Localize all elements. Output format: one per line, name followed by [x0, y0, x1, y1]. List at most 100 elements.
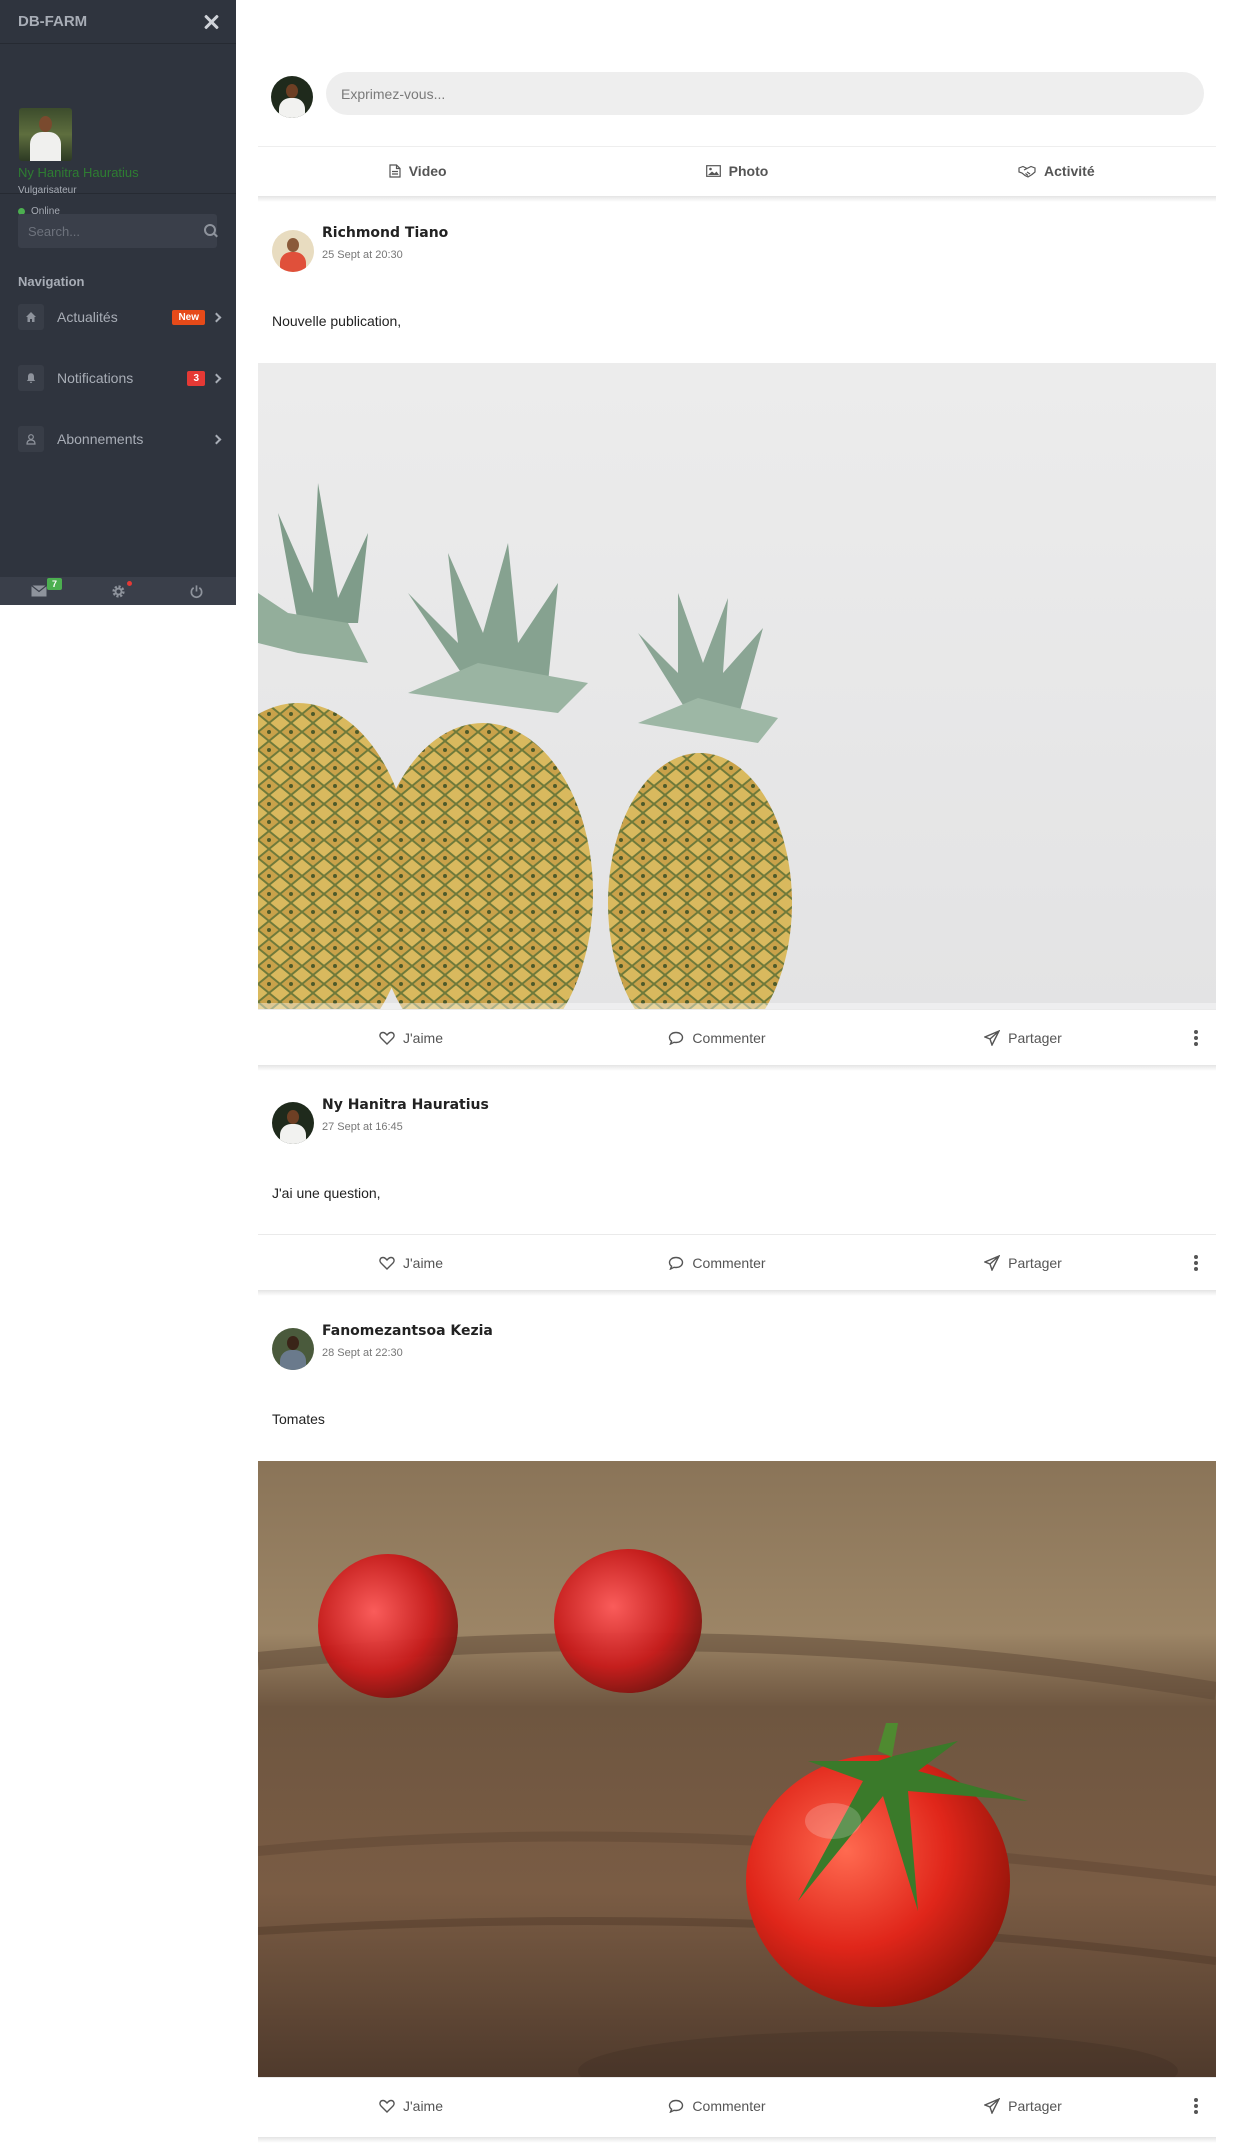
- more-options-icon[interactable]: [1176, 1029, 1216, 1046]
- share-label: Partager: [1008, 1254, 1062, 1271]
- gear-icon: [111, 584, 125, 598]
- post-image[interactable]: [258, 363, 1216, 1009]
- heart-icon: [379, 2099, 395, 2113]
- logout-button[interactable]: [157, 577, 236, 605]
- chevron-right-icon: [211, 312, 222, 322]
- post-text: J'ai une question,: [272, 1185, 381, 1201]
- post-header: Fanomezantsoa Kezia 28 Sept at 22:30: [258, 1300, 1216, 1380]
- sidebar-item-actualites[interactable]: Actualités New: [18, 302, 224, 332]
- new-badge: New: [172, 309, 205, 325]
- like-button[interactable]: J'aime: [258, 1030, 564, 1046]
- post-text: Nouvelle publication,: [272, 313, 402, 329]
- heart-icon: [379, 1031, 395, 1045]
- like-button[interactable]: J'aime: [258, 1255, 564, 1271]
- avatar[interactable]: [19, 108, 72, 161]
- like-label: J'aime: [402, 1254, 444, 1271]
- send-icon: [984, 2097, 1001, 2114]
- share-button[interactable]: Partager: [870, 1254, 1176, 1271]
- post-text: Tomates: [272, 1411, 325, 1427]
- heart-icon: [379, 1256, 395, 1270]
- video-label: Video: [408, 163, 447, 179]
- post-author[interactable]: Ny Hanitra Hauratius: [322, 1097, 489, 1113]
- post-date: 28 Sept at 22:30: [322, 1347, 403, 1359]
- brand-title: DB-FARM: [18, 13, 88, 30]
- avatar[interactable]: [272, 1102, 314, 1144]
- search-icon[interactable]: [204, 224, 216, 238]
- post-actions: J'aime Commenter Partager: [258, 1009, 1216, 1065]
- messages-button[interactable]: 7: [0, 577, 79, 605]
- sidebar-item-label: Abonnements: [57, 431, 144, 447]
- comment-button[interactable]: Commenter: [564, 1255, 870, 1271]
- power-icon: [190, 584, 203, 598]
- sidebar: DB-FARM Ny Hanitra Hauratius Vulgarisate…: [0, 0, 236, 605]
- post-card: Fanomezantsoa Kezia 28 Sept at 22:30 Tom…: [258, 1300, 1216, 2137]
- sidebar-search: [18, 214, 217, 248]
- close-icon[interactable]: [203, 14, 219, 30]
- share-button[interactable]: Partager: [870, 1029, 1176, 1046]
- handshake-icon: [1018, 165, 1036, 178]
- like-label: J'aime: [402, 2097, 444, 2114]
- post-date: 25 Sept at 20:30: [322, 249, 403, 261]
- bell-icon: [18, 365, 44, 391]
- user-icon: [18, 426, 44, 452]
- video-button[interactable]: Video: [258, 147, 577, 195]
- card-shadow: [258, 1290, 1216, 1296]
- post-author[interactable]: Richmond Tiano: [322, 225, 448, 241]
- post-actions: J'aime Commenter Partager: [258, 2077, 1216, 2133]
- comment-button[interactable]: Commenter: [564, 2098, 870, 2114]
- post-card: Richmond Tiano 25 Sept at 20:30 Nouvelle…: [258, 202, 1216, 1065]
- sidebar-footer: 7: [0, 577, 236, 605]
- photo-label: Photo: [728, 163, 769, 179]
- avatar[interactable]: [271, 76, 313, 118]
- image-icon: [705, 165, 721, 177]
- send-icon: [984, 1029, 1001, 1046]
- avatar[interactable]: [272, 230, 314, 272]
- chevron-right-icon: [211, 434, 222, 444]
- home-icon: [18, 304, 44, 330]
- file-icon: [389, 164, 401, 178]
- profile-role: Vulgarisateur: [18, 185, 77, 196]
- profile-name[interactable]: Ny Hanitra Hauratius: [18, 165, 139, 180]
- sidebar-item-label: Actualités: [57, 309, 118, 325]
- chevron-right-icon: [211, 373, 222, 383]
- post-author[interactable]: Fanomezantsoa Kezia: [322, 1323, 493, 1339]
- sidebar-item-label: Notifications: [57, 370, 134, 386]
- mail-icon: [31, 585, 48, 597]
- notification-count-badge: 3: [187, 370, 205, 386]
- settings-button[interactable]: [79, 577, 158, 605]
- post-header: Richmond Tiano 25 Sept at 20:30: [258, 202, 1216, 282]
- settings-alert-dot: [126, 581, 132, 586]
- nav-section-title: Navigation: [18, 274, 85, 289]
- post-date: 27 Sept at 16:45: [322, 1121, 403, 1133]
- activity-label: Activité: [1044, 163, 1095, 179]
- share-label: Partager: [1008, 1029, 1062, 1046]
- sidebar-item-abonnements[interactable]: Abonnements: [18, 424, 224, 454]
- comment-label: Commenter: [692, 2097, 766, 2114]
- more-options-icon[interactable]: [1176, 1254, 1216, 1271]
- profile-panel: Ny Hanitra Hauratius Vulgarisateur Onlin…: [0, 44, 236, 217]
- search-input[interactable]: [28, 223, 204, 239]
- post-composer: Video Photo Activité: [258, 46, 1216, 196]
- share-button[interactable]: Partager: [870, 2097, 1176, 2114]
- post-card: Ny Hanitra Hauratius 27 Sept at 16:45 J'…: [258, 1074, 1216, 1290]
- share-label: Partager: [1008, 2097, 1062, 2114]
- like-button[interactable]: J'aime: [258, 2098, 564, 2114]
- send-icon: [984, 1254, 1001, 1271]
- comment-icon: [669, 2099, 684, 2113]
- comment-icon: [669, 1256, 684, 1270]
- avatar[interactable]: [272, 1328, 314, 1370]
- card-shadow: [258, 2137, 1216, 2143]
- comment-button[interactable]: Commenter: [564, 1030, 870, 1046]
- photo-button[interactable]: Photo: [577, 147, 896, 195]
- composer-actions: Video Photo Activité: [258, 147, 1216, 195]
- post-header: Ny Hanitra Hauratius 27 Sept at 16:45: [258, 1074, 1216, 1154]
- compose-input[interactable]: [326, 72, 1204, 115]
- card-shadow: [258, 1065, 1216, 1071]
- post-actions: J'aime Commenter Partager: [258, 1234, 1216, 1290]
- more-options-icon[interactable]: [1176, 2097, 1216, 2114]
- sidebar-item-notifications[interactable]: Notifications 3: [18, 363, 224, 393]
- mail-count-badge: 7: [47, 578, 63, 590]
- post-image[interactable]: [258, 1461, 1216, 2077]
- activity-button[interactable]: Activité: [897, 147, 1216, 195]
- sidebar-header: DB-FARM: [0, 0, 236, 44]
